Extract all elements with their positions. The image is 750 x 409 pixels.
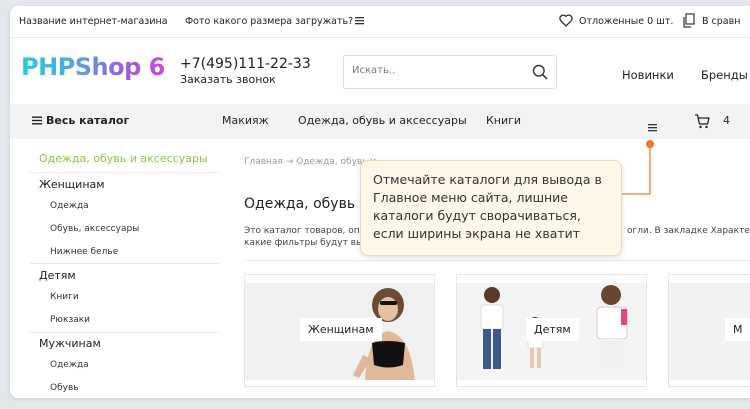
catalog-item-books[interactable]: Книги [486, 114, 521, 127]
search-box [343, 55, 557, 89]
tooltip-pointer [622, 140, 654, 195]
menu-icon [32, 115, 42, 128]
divider [30, 172, 220, 173]
sidebar-subitem[interactable]: Книги [50, 292, 79, 302]
catalog-bar: Весь каталог Макияж Одежда, обувь и аксе… [10, 104, 750, 139]
category-card-children[interactable]: Детям [456, 274, 647, 387]
catalog-item-makeup[interactable]: Макияж [222, 114, 269, 127]
cart-count: 4 [723, 114, 730, 127]
tooltip-line: если ширины экрана не хватит [373, 226, 581, 241]
top-bar: Название интернет-магазина Фото какого р… [10, 6, 750, 38]
search-input[interactable] [352, 65, 522, 76]
search-icon[interactable] [532, 64, 548, 84]
sidebar-item-women[interactable]: Женщинам [39, 178, 105, 191]
logo[interactable]: PHPShop 6 [21, 53, 165, 81]
deferred-link[interactable]: Отложенные 0 шт. [579, 16, 673, 27]
category-label: Детям [526, 318, 579, 341]
header: PHPShop 6 +7(495)111-22-33 Заказать звон… [10, 39, 750, 104]
tooltip-line: Отмечайте каталоги для вывода в [373, 172, 602, 187]
catalog-item-clothing[interactable]: Одежда, обувь и аксессуары [298, 114, 467, 127]
sidebar-item-children[interactable]: Детям [39, 269, 76, 282]
tooltip: Отмечайте каталоги для вывода в Главное … [360, 160, 622, 256]
sidebar-subitem[interactable]: Одежда [50, 201, 89, 211]
compare-link[interactable]: В сравн [702, 16, 740, 27]
sidebar-item-active[interactable]: Одежда, обувь и аксессуары [39, 152, 208, 165]
all-catalog-label: Весь каталог [46, 114, 130, 127]
phone-number: +7(495)111-22-33 [180, 56, 311, 72]
tooltip-line: Главное меню сайта, лишние [373, 190, 568, 205]
heart-icon[interactable] [559, 14, 573, 30]
photo-size-link[interactable]: Фото какого размера загружать? [185, 16, 353, 27]
sidebar-subitem[interactable]: Обувь, аксессуары [50, 224, 139, 234]
nav-new[interactable]: Новинки [622, 68, 674, 82]
category-card-women[interactable]: Женщинам [244, 274, 435, 387]
divider [30, 332, 220, 333]
category-card-men[interactable]: М [668, 274, 750, 387]
nav-brands[interactable]: Бренды [701, 68, 748, 82]
catalog-description: какие фильтры будут выво [244, 238, 374, 248]
divider [244, 260, 750, 261]
menu-icon[interactable] [355, 16, 364, 28]
catalog-description: огли. В закладке Характер [627, 226, 750, 236]
sidebar-subitem[interactable]: Одежда [50, 360, 89, 370]
more-menu-icon[interactable] [648, 117, 657, 136]
divider [30, 263, 220, 264]
browser-page: Название интернет-магазина Фото какого р… [10, 6, 750, 398]
cart-icon[interactable] [694, 113, 710, 133]
category-label: Женщинам [300, 318, 382, 341]
callback-link[interactable]: Заказать звонок [180, 73, 276, 86]
sidebar-subitem[interactable]: Рюкзаки [50, 315, 90, 325]
sidebar-subitem[interactable]: Нижнее белье [50, 247, 118, 257]
catalog-description: Это каталог товаров, опис [244, 226, 371, 236]
shop-name-link[interactable]: Название интернет-магазина [19, 16, 168, 27]
compare-icon[interactable] [683, 13, 695, 31]
sidebar-item-men[interactable]: Мужчинам [39, 337, 101, 350]
category-label: М [725, 318, 750, 341]
sidebar-subitem[interactable]: Обувь [50, 383, 79, 393]
breadcrumb[interactable]: Главная → Одежда, обувь и [244, 157, 376, 167]
all-catalog-button[interactable]: Весь каталог [32, 114, 129, 128]
tooltip-line: каталоги будут сворачиваться, [373, 208, 581, 223]
